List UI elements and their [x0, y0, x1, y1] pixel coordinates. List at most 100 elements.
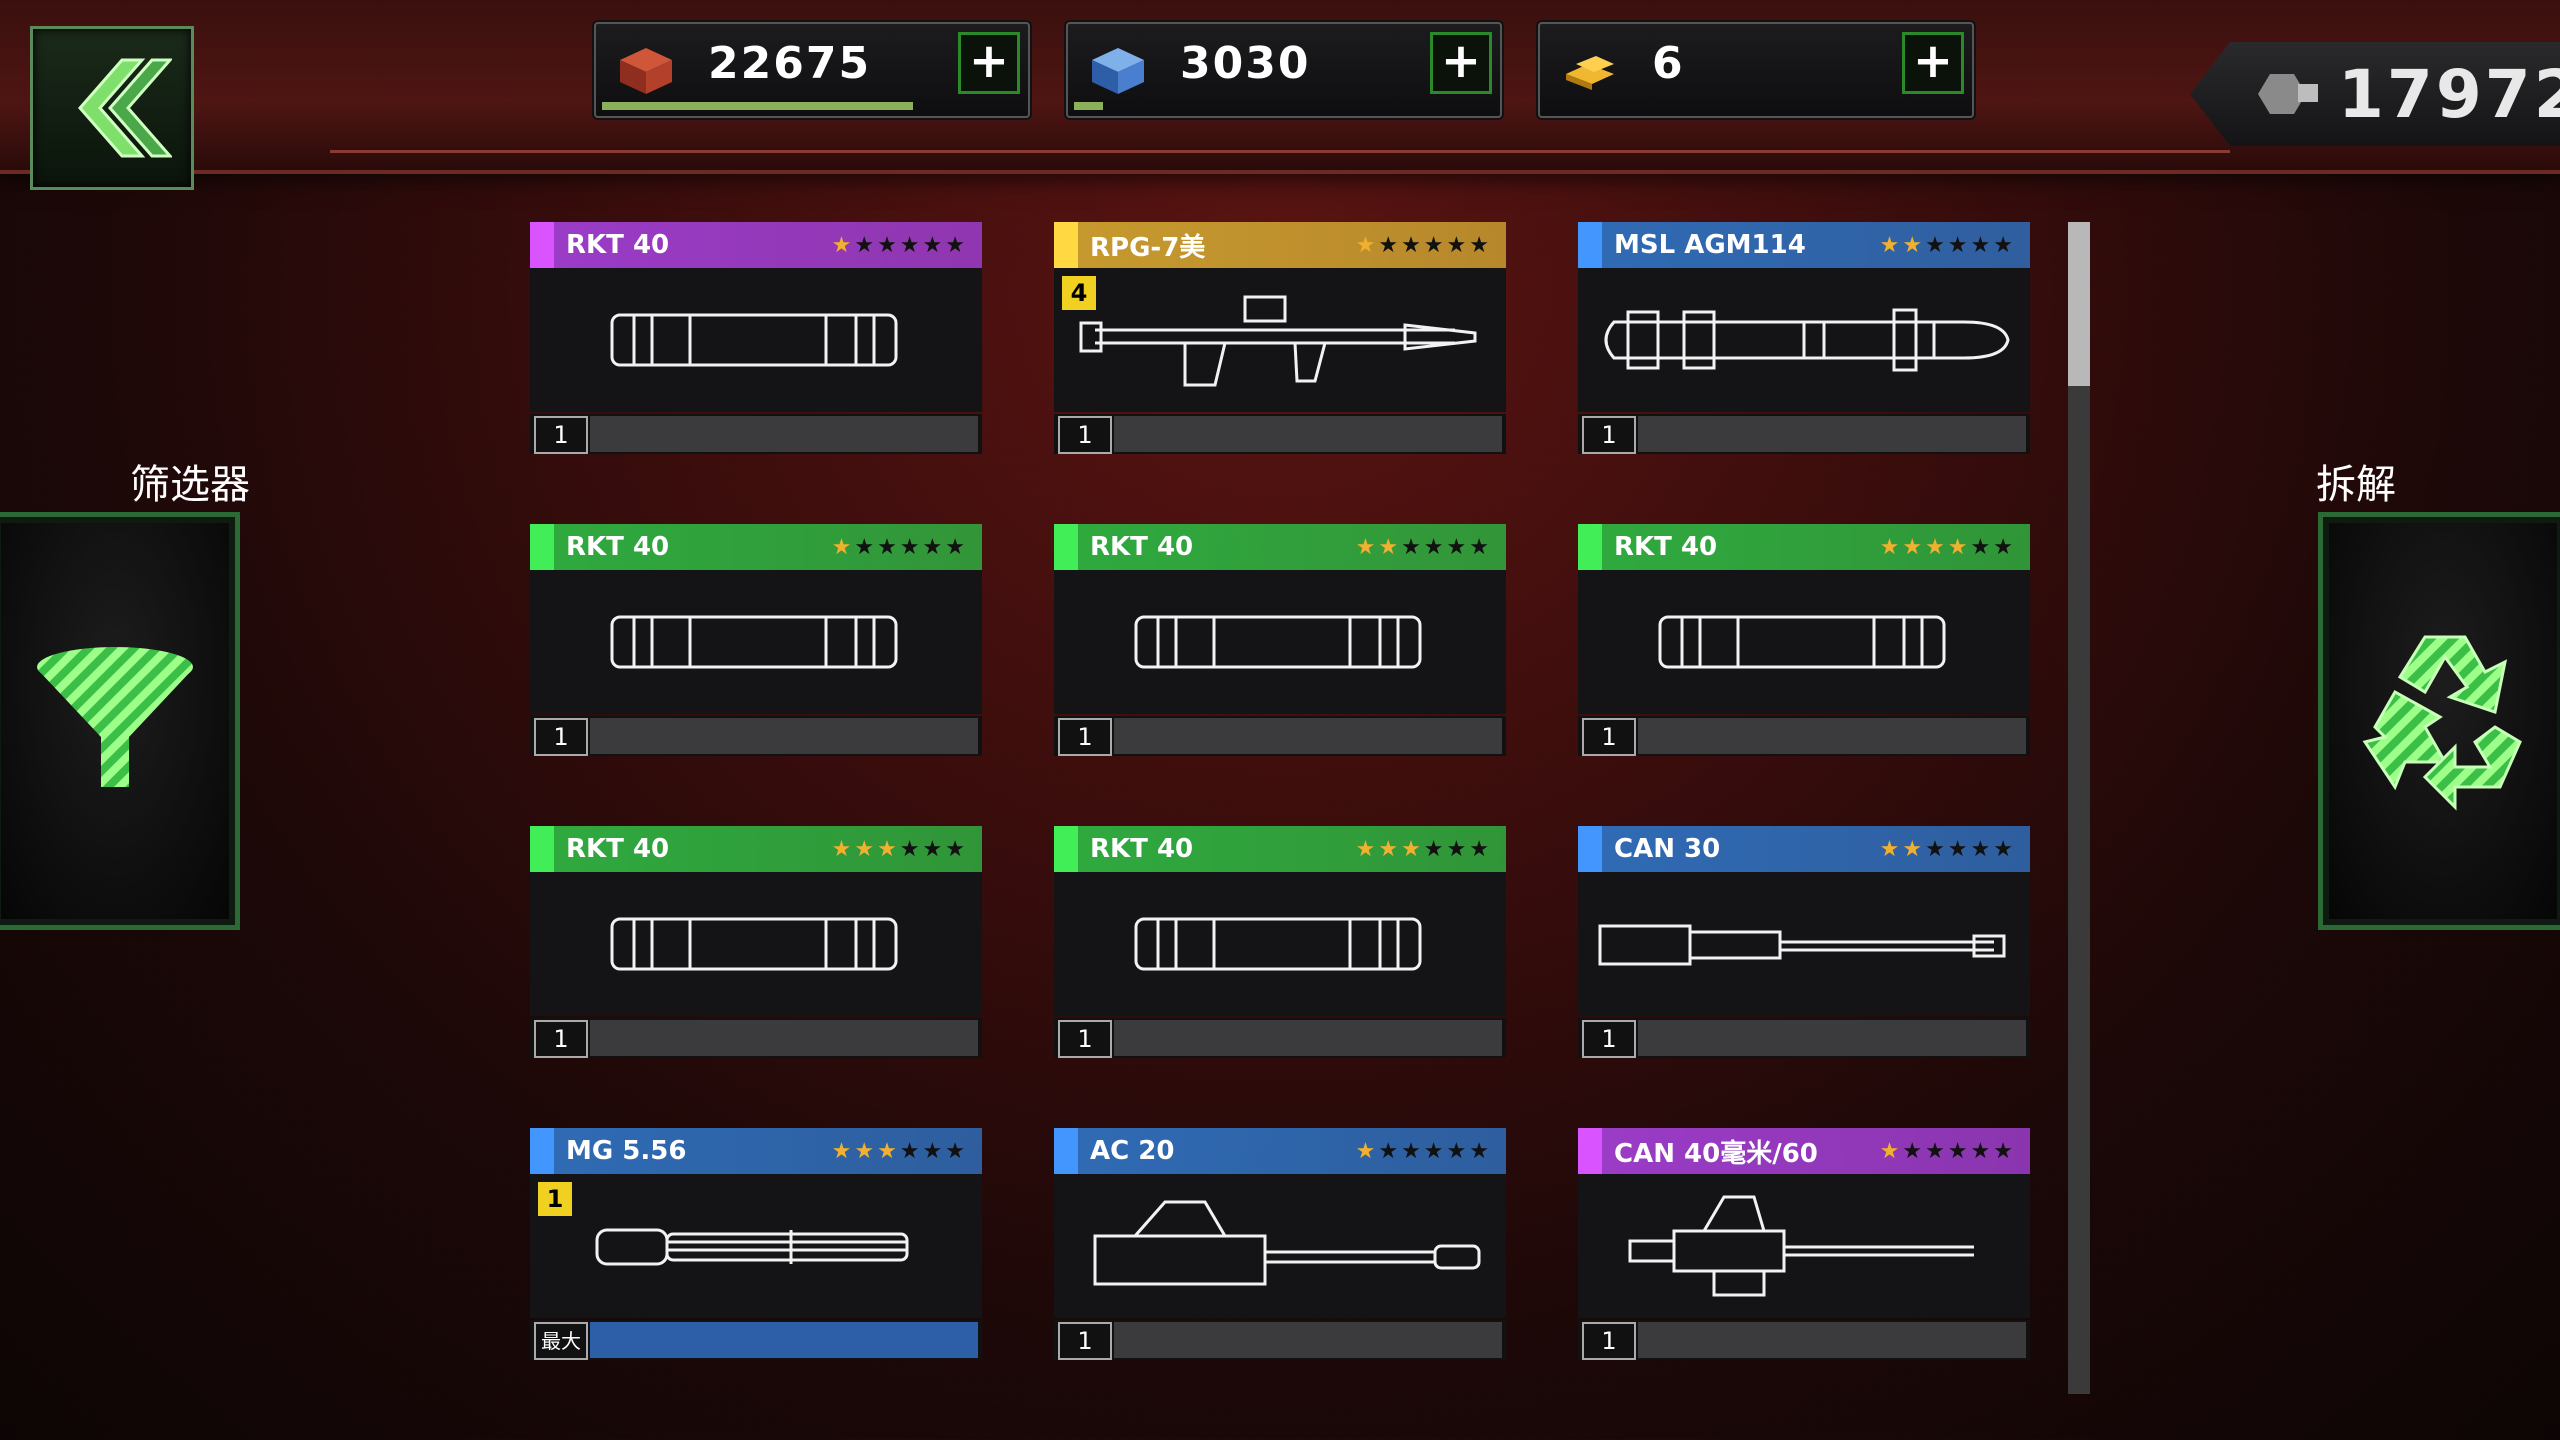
star-icon: ★	[1446, 534, 1470, 560]
rarity-marker	[1054, 1128, 1078, 1174]
star-icon: ★	[1469, 232, 1492, 258]
weapon-xp-bar	[590, 1322, 978, 1358]
weapon-image	[530, 570, 982, 714]
weapon-level-bar: 1	[1578, 414, 2030, 454]
weapon-card[interactable]: RKT 40 ★★★★★★ 1	[1054, 524, 1506, 760]
star-icon: ★	[854, 1138, 878, 1164]
star-icon: ★	[1355, 534, 1379, 560]
weapon-card[interactable]: RPG-7美 ★★★★★★ 1 4	[1054, 222, 1506, 458]
weapon-card[interactable]: AC 20 ★★★★★★ 1	[1054, 1128, 1506, 1364]
weapon-level-bar: 最大	[530, 1320, 982, 1360]
add-metal-button[interactable]: +	[958, 32, 1020, 94]
weapon-image	[1054, 872, 1506, 1016]
rocket-pod-icon	[610, 917, 898, 971]
weapon-card[interactable]: MSL AGM114 ★★★★★★ 1	[1578, 222, 2030, 458]
star-icon: ★	[831, 1138, 855, 1164]
weapon-name: RKT 40	[566, 230, 670, 260]
weapon-name: CAN 40毫米/60	[1614, 1138, 1818, 1169]
weapon-card[interactable]: RKT 40 ★★★★★★ 1	[1054, 826, 1506, 1062]
weapon-xp-bar	[1638, 416, 2026, 452]
add-cube-button[interactable]: +	[1430, 32, 1492, 94]
star-rating: ★★★★★★	[1356, 535, 1492, 560]
star-icon: ★	[945, 534, 968, 560]
weapon-level: 1	[1058, 416, 1112, 454]
weapon-xp-bar	[590, 718, 978, 754]
star-icon: ★	[1378, 836, 1402, 862]
star-icon: ★	[854, 534, 878, 560]
star-icon: ★	[1446, 836, 1470, 862]
star-icon: ★	[1947, 534, 1971, 560]
weapon-card-header: RKT 40 ★★★★★★	[1054, 826, 1506, 872]
weapon-card[interactable]: MG 5.56 ★★★★★★ 最大 1	[530, 1128, 982, 1364]
weapon-card[interactable]: CAN 30 ★★★★★★ 1	[1578, 826, 2030, 1062]
gold-amount: 6	[1652, 38, 1685, 89]
star-icon: ★	[1925, 1138, 1948, 1164]
weapon-image	[1578, 268, 2030, 412]
weapon-image	[1054, 268, 1506, 412]
filter-button[interactable]	[0, 512, 240, 930]
star-icon: ★	[1378, 1138, 1402, 1164]
weapon-level: 1	[534, 1020, 588, 1058]
aa-gun-icon	[1628, 1195, 1974, 1297]
star-icon: ★	[1423, 836, 1447, 862]
weapon-level-bar: 1	[1578, 1320, 2030, 1360]
star-icon: ★	[1378, 232, 1402, 258]
rarity-marker	[530, 1128, 554, 1174]
weapon-card[interactable]: CAN 40毫米/60 ★★★★★★ 1	[1578, 1128, 2030, 1364]
star-icon: ★	[1401, 836, 1424, 862]
currency-cube-panel: 3030 +	[1066, 22, 1502, 118]
weapon-card[interactable]: RKT 40 ★★★★★★ 1	[1578, 524, 2030, 760]
weapon-name: RKT 40	[1614, 532, 1718, 562]
star-icon: ★	[1902, 836, 1926, 862]
weapon-image	[1578, 872, 2030, 1016]
star-icon: ★	[1469, 836, 1492, 862]
weapon-image	[1054, 570, 1506, 714]
add-gold-button[interactable]: +	[1902, 32, 1964, 94]
star-icon: ★	[922, 836, 946, 862]
star-icon: ★	[1970, 232, 1994, 258]
weapon-card[interactable]: RKT 40 ★★★★★★ 1	[530, 524, 982, 760]
weapon-level-bar: 1	[1578, 716, 2030, 756]
weapon-image	[1578, 1174, 2030, 1318]
weapon-xp-bar	[590, 416, 978, 452]
star-icon: ★	[922, 1138, 946, 1164]
weapon-name: AC 20	[1090, 1136, 1175, 1166]
parts-counter: 17972	[2190, 42, 2560, 146]
weapon-count-badge: 1	[538, 1182, 572, 1216]
weapon-level: 1	[1058, 718, 1112, 756]
weapon-card[interactable]: RKT 40 ★★★★★★ 1	[530, 826, 982, 1062]
star-icon: ★	[1902, 232, 1926, 258]
weapon-xp-bar	[1638, 718, 2026, 754]
dismantle-button[interactable]	[2318, 512, 2560, 930]
scrollbar-thumb[interactable]	[2068, 222, 2090, 386]
bolt-icon	[2258, 74, 2318, 114]
star-icon: ★	[831, 534, 855, 560]
rpg-launcher-icon	[1079, 295, 1477, 387]
back-button[interactable]	[30, 26, 194, 190]
cube-amount: 3030	[1180, 38, 1311, 89]
star-rating: ★★★★★★	[832, 1139, 968, 1164]
star-icon: ★	[1879, 232, 1903, 258]
rarity-marker	[1054, 222, 1078, 268]
star-icon: ★	[1970, 1138, 1994, 1164]
weapon-card[interactable]: RKT 40 ★★★★★★ 1	[530, 222, 982, 458]
star-icon: ★	[877, 1138, 900, 1164]
star-icon: ★	[1446, 1138, 1470, 1164]
star-icon: ★	[1446, 232, 1470, 258]
star-icon: ★	[1925, 534, 1948, 560]
weapon-level: 1	[1582, 1020, 1636, 1058]
weapon-card-header: RKT 40 ★★★★★★	[530, 826, 982, 872]
star-icon: ★	[1993, 1138, 2016, 1164]
weapon-name: RPG-7美	[1090, 232, 1206, 263]
star-rating: ★★★★★★	[1880, 233, 2016, 258]
scrollbar[interactable]	[2068, 222, 2090, 1394]
weapon-name: CAN 30	[1614, 834, 1721, 864]
gold-bars-icon	[1566, 56, 1614, 90]
currency-gold-panel: 6 +	[1538, 22, 1974, 118]
weapon-name: RKT 40	[1090, 834, 1194, 864]
weapon-level: 最大	[534, 1322, 588, 1360]
weapon-level: 1	[1582, 416, 1636, 454]
star-icon: ★	[1355, 1138, 1379, 1164]
weapon-card-header: RPG-7美 ★★★★★★	[1054, 222, 1506, 268]
star-rating: ★★★★★★	[1356, 233, 1492, 258]
